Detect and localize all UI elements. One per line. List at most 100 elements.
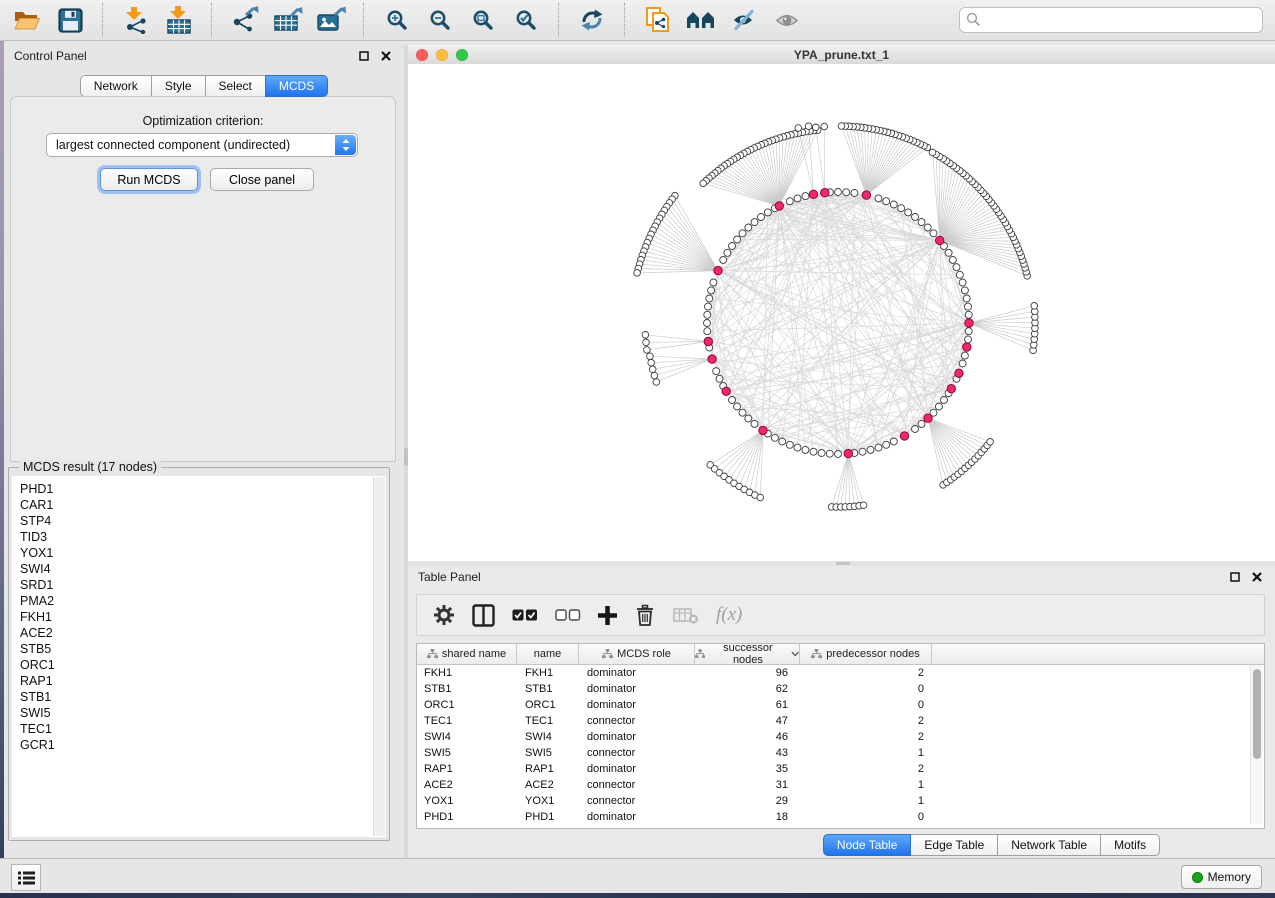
refresh-view-button[interactable] xyxy=(577,4,607,36)
mcds-result-item[interactable]: STB5 xyxy=(20,641,386,657)
zoom-selected-button[interactable] xyxy=(511,4,541,36)
run-mcds-button[interactable]: Run MCDS xyxy=(100,168,198,191)
column-header-MCDS-role[interactable]: MCDS role xyxy=(579,644,695,664)
main-toolbar xyxy=(0,0,1275,41)
gear-icon xyxy=(433,604,455,626)
optimization-criterion-select[interactable]: largest connected component (undirected) xyxy=(46,133,358,157)
float-table-panel-button[interactable] xyxy=(1227,569,1243,585)
mcds-result-item[interactable]: ORC1 xyxy=(20,657,386,673)
mcds-result-item[interactable]: SWI4 xyxy=(20,561,386,577)
tab-network[interactable]: Network xyxy=(80,75,152,97)
mcds-list-scrollbar[interactable] xyxy=(373,477,385,836)
desktop-wallpaper-bottom xyxy=(0,893,1275,898)
column-header-shared-name[interactable]: shared name xyxy=(417,644,517,664)
export-network-icon xyxy=(231,6,259,34)
mcds-result-item[interactable]: SWI5 xyxy=(20,705,386,721)
network-nodes xyxy=(634,123,1039,511)
float-window-icon xyxy=(1230,572,1240,582)
table-row[interactable]: FKH1FKH1dominator962 xyxy=(417,665,1264,681)
search-icon xyxy=(966,12,981,27)
network-search xyxy=(959,7,1263,33)
add-column-button[interactable] xyxy=(598,606,617,625)
mcds-result-item[interactable]: CAR1 xyxy=(20,497,386,513)
network-view[interactable] xyxy=(408,64,1275,561)
zoom-in-icon xyxy=(386,9,408,31)
first-neighbors-button[interactable] xyxy=(686,4,716,36)
table-row[interactable]: TEC1TEC1connector472 xyxy=(417,713,1264,729)
tab-node-table[interactable]: Node Table xyxy=(823,834,912,856)
mcds-result-item[interactable]: SRD1 xyxy=(20,577,386,593)
table-row[interactable]: SWI4SWI4dominator462 xyxy=(417,729,1264,745)
hide-table-button xyxy=(673,605,699,625)
deselect-all-rows-button[interactable] xyxy=(555,609,581,622)
table-row[interactable]: SWI5SWI5connector431 xyxy=(417,745,1264,761)
export-image-button[interactable] xyxy=(316,4,346,36)
mcds-result-item[interactable]: YOX1 xyxy=(20,545,386,561)
mcds-result-item[interactable]: STB1 xyxy=(20,689,386,705)
save-session-button[interactable] xyxy=(55,4,85,36)
close-window-traffic-light[interactable] xyxy=(416,49,428,61)
minimize-window-traffic-light[interactable] xyxy=(436,49,448,61)
delete-column-button[interactable] xyxy=(634,604,656,627)
import-network-button[interactable] xyxy=(121,4,151,36)
hide-eye-slash-icon xyxy=(732,9,756,31)
mcds-result-item[interactable]: STP4 xyxy=(20,513,386,529)
attribute-type-icon xyxy=(602,649,613,659)
show-columns-button[interactable] xyxy=(472,604,495,627)
close-panel-button[interactable] xyxy=(378,48,394,64)
export-image-icon xyxy=(316,6,346,34)
show-panels-menu-button[interactable] xyxy=(11,864,41,891)
tab-motifs[interactable]: Motifs xyxy=(1100,834,1160,856)
table-row[interactable]: ACE2ACE2connector311 xyxy=(417,777,1264,793)
table-row[interactable]: STB1STB1dominator620 xyxy=(417,681,1264,697)
table-scrollbar-thumb[interactable] xyxy=(1253,669,1261,759)
mcds-result-item[interactable]: ACE2 xyxy=(20,625,386,641)
mcds-result-item[interactable]: FKH1 xyxy=(20,609,386,625)
zoom-window-traffic-light[interactable] xyxy=(456,49,468,61)
zoom-out-icon xyxy=(429,9,451,31)
table-scrollbar[interactable] xyxy=(1250,665,1263,824)
tab-network-table[interactable]: Network Table xyxy=(997,834,1101,856)
float-window-icon xyxy=(359,51,369,61)
import-table-button[interactable] xyxy=(164,4,194,36)
mcds-result-item[interactable]: GCR1 xyxy=(20,737,386,753)
mcds-result-list[interactable]: PHD1CAR1STP4TID3YOX1SWI4SRD1PMA2FKH1ACE2… xyxy=(12,476,386,837)
table-row[interactable]: ORC1ORC1dominator610 xyxy=(417,697,1264,713)
mcds-result-item[interactable]: TID3 xyxy=(20,529,386,545)
close-icon xyxy=(1252,572,1262,582)
zoom-fit-button[interactable] xyxy=(468,4,498,36)
export-table-button[interactable] xyxy=(273,4,303,36)
open-folder-icon xyxy=(13,9,41,32)
horizontal-splitter-handle[interactable] xyxy=(836,562,850,565)
table-body: FKH1FKH1dominator962STB1STB1dominator620… xyxy=(417,665,1264,825)
select-all-rows-button[interactable] xyxy=(512,609,538,622)
tab-mcds[interactable]: MCDS xyxy=(265,75,328,97)
tab-select[interactable]: Select xyxy=(205,75,266,97)
tab-edge-table[interactable]: Edge Table xyxy=(910,834,998,856)
open-file-button[interactable] xyxy=(12,4,42,36)
hide-selected-button[interactable] xyxy=(729,4,759,36)
duplicate-network-button[interactable] xyxy=(643,4,673,36)
export-network-button[interactable] xyxy=(230,4,260,36)
column-header-name[interactable]: name xyxy=(517,644,579,664)
table-settings-button[interactable] xyxy=(433,604,455,626)
mcds-result-item[interactable]: RAP1 xyxy=(20,673,386,689)
tab-style[interactable]: Style xyxy=(151,75,206,97)
float-panel-button[interactable] xyxy=(356,48,372,64)
mcds-result-item[interactable]: PMA2 xyxy=(20,593,386,609)
mcds-result-item[interactable]: PHD1 xyxy=(20,481,386,497)
network-window: YPA_prune.txt_1 xyxy=(408,45,1275,561)
table-row[interactable]: RAP1RAP1dominator352 xyxy=(417,761,1264,777)
mcds-result-item[interactable]: TEC1 xyxy=(20,721,386,737)
table-row[interactable]: PHD1PHD1dominator180 xyxy=(417,809,1264,825)
zoom-out-button[interactable] xyxy=(425,4,455,36)
close-table-panel-button[interactable] xyxy=(1249,569,1265,585)
column-header-predecessor-nodes[interactable]: predecessor nodes xyxy=(800,644,932,664)
close-panel-mcds-button[interactable]: Close panel xyxy=(210,168,314,191)
table-row[interactable]: YOX1YOX1connector291 xyxy=(417,793,1264,809)
search-input[interactable] xyxy=(959,7,1263,33)
memory-button[interactable]: Memory xyxy=(1181,865,1262,889)
zoom-in-button[interactable] xyxy=(382,4,412,36)
column-header-successor-nodes[interactable]: successor nodes xyxy=(695,644,800,664)
show-all-button[interactable] xyxy=(772,4,802,36)
